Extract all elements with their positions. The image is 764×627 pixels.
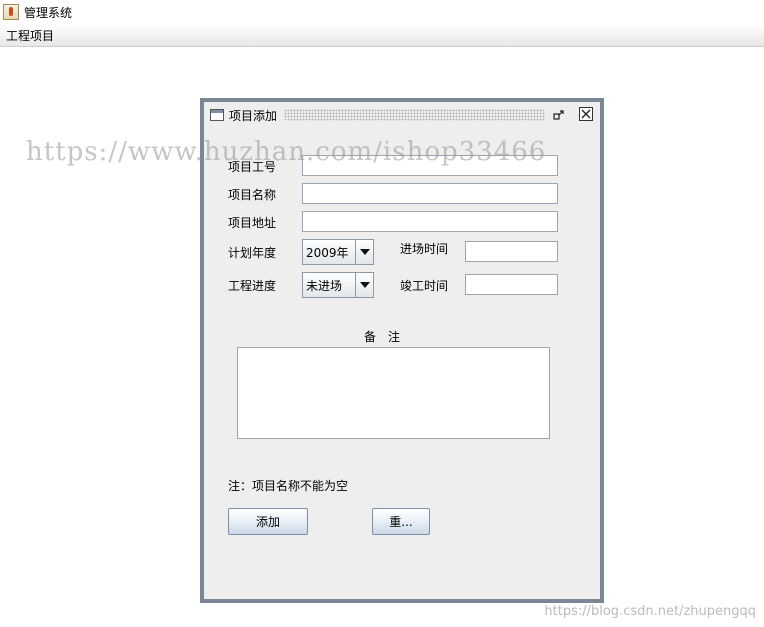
watermark-corner: https://blog.csdn.net/zhupengqq (544, 604, 756, 619)
frame-title-bar[interactable]: 项目添加 (204, 102, 600, 128)
restore-icon[interactable] (551, 107, 567, 123)
plan-year-value: 2009年 (306, 245, 349, 260)
window-icon (210, 109, 224, 121)
progress-select[interactable]: 未进场 (302, 272, 374, 298)
project-address-input[interactable] (302, 211, 558, 232)
entry-time-label: 进场时间 (400, 242, 449, 256)
app-title-bar: 管理系统 (0, 0, 764, 24)
menu-engineering-projects[interactable]: 工程项目 (0, 27, 60, 44)
remarks-label: 备 注 (364, 330, 401, 344)
frame-title: 项目添加 (229, 108, 278, 123)
remarks-textarea[interactable] (237, 347, 550, 439)
entry-time-input[interactable] (465, 241, 558, 262)
project-address-label: 项目地址 (228, 216, 277, 230)
progress-value: 未进场 (306, 278, 343, 293)
project-add-frame: 项目添加 项目工号 项目名称 项目地址 计划年度 2009年 进场时间 工程进度… (200, 98, 604, 603)
dropdown-arrow-icon[interactable] (355, 273, 373, 297)
project-name-input[interactable] (302, 183, 558, 204)
plan-year-select[interactable]: 2009年 (302, 239, 374, 265)
app-title: 管理系统 (24, 5, 73, 20)
java-app-icon (3, 4, 19, 20)
dropdown-arrow-icon[interactable] (355, 240, 373, 264)
watermark-main: https://www.huzhan.com/ishop33466 (26, 137, 547, 167)
completion-time-input[interactable] (465, 274, 558, 295)
plan-year-label: 计划年度 (228, 246, 277, 260)
menu-bar: 工程项目 (0, 24, 764, 47)
validation-note: 注：项目名称不能为空 (228, 479, 349, 493)
close-icon[interactable] (579, 107, 593, 121)
title-grip (284, 109, 545, 121)
progress-label: 工程进度 (228, 279, 277, 293)
project-name-label: 项目名称 (228, 188, 277, 202)
reset-button[interactable]: 重... (372, 508, 430, 535)
add-button[interactable]: 添加 (228, 508, 308, 535)
completion-time-label: 竣工时间 (400, 279, 449, 293)
